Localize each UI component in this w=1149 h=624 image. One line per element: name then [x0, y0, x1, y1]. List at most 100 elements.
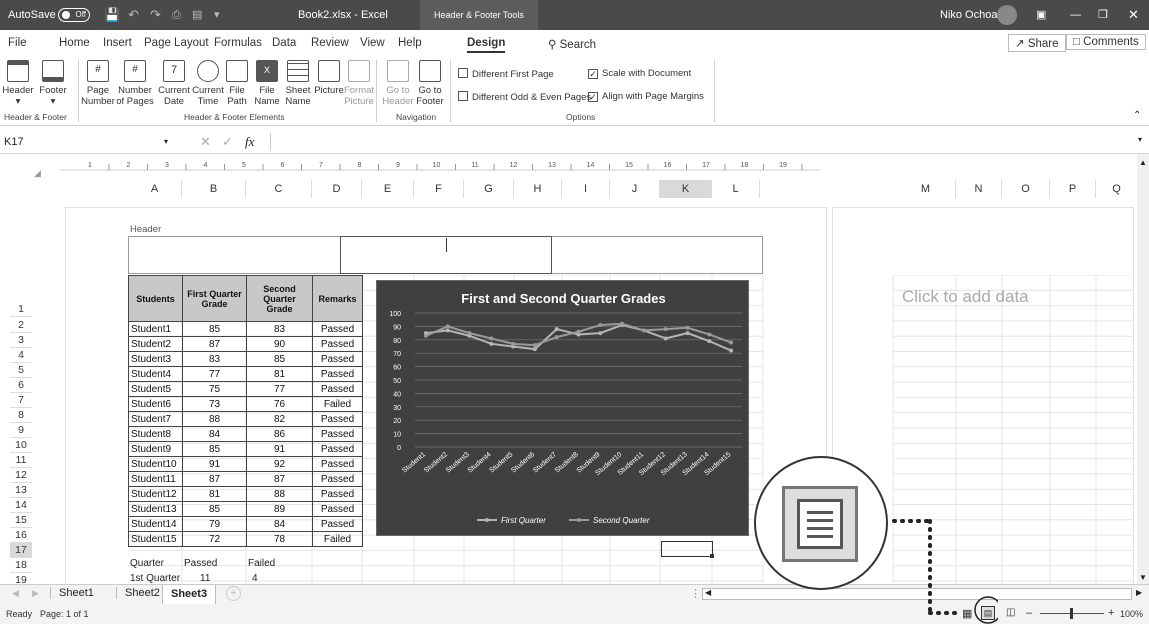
formula-input[interactable]: [270, 133, 1134, 151]
table-cell[interactable]: Student12: [128, 486, 183, 502]
search-box[interactable]: ⚲ Search: [548, 37, 596, 51]
redo-icon[interactable]: ↷: [150, 0, 161, 30]
data-point[interactable]: [423, 333, 428, 338]
summary-header[interactable]: Passed: [184, 558, 217, 569]
table-cell[interactable]: 85: [246, 351, 313, 367]
name-box[interactable]: K17 ▾: [4, 133, 174, 151]
data-point[interactable]: [685, 331, 690, 336]
page-icon[interactable]: ▤: [192, 0, 202, 30]
row-header[interactable]: 14: [10, 498, 32, 513]
summary-cell[interactable]: 4: [252, 573, 258, 584]
data-point[interactable]: [663, 336, 668, 341]
table-cell[interactable]: Failed: [312, 531, 363, 547]
table-cell[interactable]: Student9: [128, 441, 183, 457]
data-point[interactable]: [532, 347, 537, 352]
sheet-tab-sheet2[interactable]: Sheet2: [116, 587, 168, 599]
data-point[interactable]: [707, 339, 712, 344]
row-header[interactable]: 11: [10, 453, 32, 468]
data-point[interactable]: [554, 335, 559, 340]
tab-insert[interactable]: Insert: [103, 37, 132, 49]
avatar[interactable]: [997, 5, 1017, 25]
summary-header[interactable]: Failed: [248, 558, 275, 569]
column-heading[interactable]: First Quarter Grade: [182, 275, 247, 322]
column-header[interactable]: P: [1050, 180, 1096, 198]
data-point[interactable]: [554, 327, 559, 332]
collapse-ribbon-icon[interactable]: ⌃: [1133, 110, 1141, 121]
table-cell[interactable]: Student2: [128, 336, 183, 352]
row-header[interactable]: 9: [10, 423, 32, 438]
data-point[interactable]: [489, 336, 494, 341]
table-cell[interactable]: Passed: [312, 321, 363, 337]
table-cell[interactable]: 87: [182, 336, 247, 352]
save-icon[interactable]: 💾: [104, 0, 120, 30]
table-cell[interactable]: Passed: [312, 351, 363, 367]
series-line[interactable]: [425, 324, 732, 352]
column-header[interactable]: D: [312, 180, 362, 198]
table-cell[interactable]: Passed: [312, 501, 363, 517]
zoom-in-icon[interactable]: +: [1108, 607, 1114, 619]
data-point[interactable]: [641, 328, 646, 333]
row-header[interactable]: 7: [10, 393, 32, 408]
data-point[interactable]: [598, 331, 603, 336]
row-header[interactable]: 2: [10, 318, 32, 333]
table-cell[interactable]: 86: [246, 426, 313, 442]
column-heading[interactable]: Remarks: [312, 275, 363, 322]
selected-cell-k17[interactable]: [661, 541, 713, 557]
table-cell[interactable]: Passed: [312, 381, 363, 397]
vertical-scrollbar[interactable]: ▲ ▼: [1137, 154, 1149, 584]
sheet-tab-sheet3[interactable]: Sheet3: [162, 585, 217, 604]
summary-cell[interactable]: 11: [200, 573, 210, 584]
table-cell[interactable]: Passed: [312, 426, 363, 442]
table-cell[interactable]: 83: [246, 321, 313, 337]
row-header[interactable]: 12: [10, 468, 32, 483]
column-heading[interactable]: Students: [128, 275, 183, 322]
scroll-left-icon[interactable]: ◀: [705, 588, 711, 597]
table-cell[interactable]: 79: [182, 516, 247, 532]
table-cell[interactable]: Student13: [128, 501, 183, 517]
column-heading[interactable]: Second Quarter Grade: [246, 275, 313, 322]
column-header[interactable]: Q: [1096, 180, 1138, 198]
table-cell[interactable]: Student10: [128, 456, 183, 472]
tab-review[interactable]: Review: [311, 37, 349, 49]
table-cell[interactable]: Student7: [128, 411, 183, 427]
table-cell[interactable]: 77: [182, 366, 247, 382]
scroll-down-icon[interactable]: ▼: [1139, 573, 1147, 582]
data-point[interactable]: [663, 327, 668, 332]
table-cell[interactable]: 91: [182, 456, 247, 472]
cancel-icon[interactable]: ✕: [200, 134, 211, 150]
table-cell[interactable]: 81: [182, 486, 247, 502]
table-cell[interactable]: 85: [182, 441, 247, 457]
tab-data[interactable]: Data: [272, 37, 296, 49]
undo-icon[interactable]: ↶: [128, 0, 139, 30]
sheet-name-button[interactable]: Sheet Name: [282, 60, 314, 107]
number-of-pages-button[interactable]: # Number of Pages: [114, 60, 156, 107]
insert-function-icon[interactable]: fx: [245, 134, 254, 150]
table-cell[interactable]: 88: [246, 486, 313, 502]
select-all-corner-icon[interactable]: ◢: [34, 168, 41, 179]
table-cell[interactable]: Passed: [312, 441, 363, 457]
table-cell[interactable]: 87: [246, 471, 313, 487]
zoom-slider-thumb[interactable]: [1070, 608, 1073, 619]
column-header[interactable]: G: [464, 180, 514, 198]
tab-page-layout[interactable]: Page Layout: [144, 37, 209, 49]
table-cell[interactable]: 76: [246, 396, 313, 412]
table-cell[interactable]: 75: [182, 381, 247, 397]
align-with-margins-checkbox[interactable]: ✓ Align with Page Margins: [588, 91, 704, 102]
scale-with-document-checkbox[interactable]: ✓ Scale with Document: [588, 68, 691, 79]
page-number-button[interactable]: # Page Number: [80, 60, 116, 107]
tab-formulas[interactable]: Formulas: [214, 37, 262, 49]
scroll-right-icon[interactable]: ▶: [1136, 588, 1142, 597]
tab-help[interactable]: Help: [398, 37, 422, 49]
row-header[interactable]: 13: [10, 483, 32, 498]
header-button[interactable]: Header ▾: [0, 60, 36, 107]
table-cell[interactable]: Student14: [128, 516, 183, 532]
column-header[interactable]: E: [362, 180, 414, 198]
table-cell[interactable]: 87: [182, 471, 247, 487]
page-break-preview-icon[interactable]: ◫: [1006, 607, 1015, 618]
close-icon[interactable]: ✕: [1128, 0, 1139, 30]
ribbon-display-options-icon[interactable]: ▣: [1036, 0, 1046, 30]
column-header[interactable]: A: [128, 180, 182, 198]
table-cell[interactable]: Passed: [312, 366, 363, 382]
go-to-footer-button[interactable]: Go to Footer: [414, 60, 446, 107]
zoom-out-icon[interactable]: –: [1026, 607, 1032, 619]
